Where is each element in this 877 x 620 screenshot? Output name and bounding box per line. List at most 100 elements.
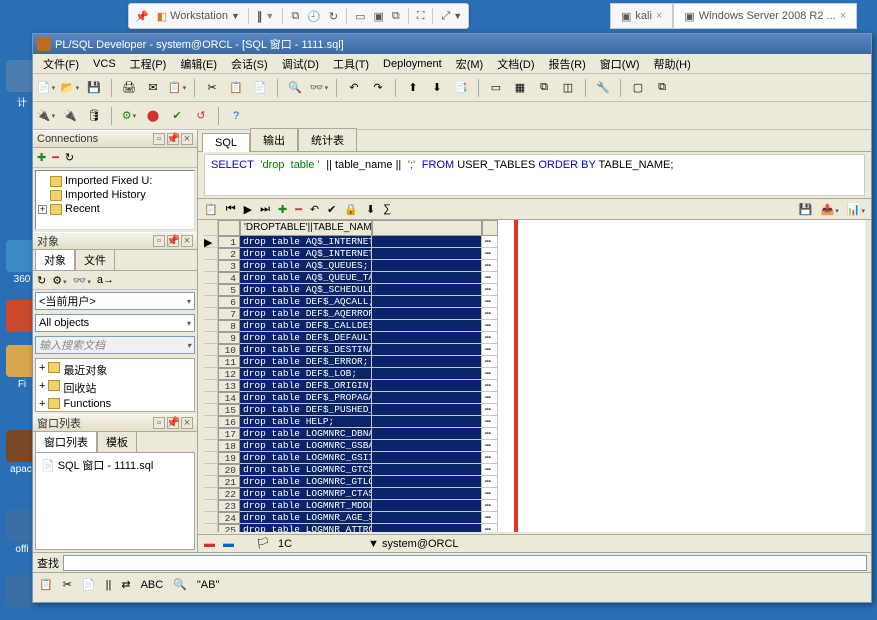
menu-edit[interactable]: 编辑(E)	[174, 54, 223, 74]
cut-button[interactable]: ✂	[203, 79, 221, 97]
table-row[interactable]: 22drop table LOGMNRP_CTAS_PART_MAP;⋯	[204, 488, 865, 500]
vm-expand-icon[interactable]: ⤢ ▼	[441, 10, 462, 23]
table-row[interactable]: 12drop table DEF$_LOB;⋯	[204, 368, 865, 380]
disconnect-button[interactable]: 🔌	[61, 107, 79, 125]
table-row[interactable]: 3drop table AQ$_QUEUES;⋯	[204, 260, 865, 272]
menu-doc[interactable]: 文档(D)	[491, 54, 540, 74]
table-row[interactable]: 11drop table DEF$_ERROR;⋯	[204, 356, 865, 368]
tools-button[interactable]: 🔧	[594, 79, 612, 97]
vm-restore-icon[interactable]: ↻	[329, 10, 338, 23]
menu-report[interactable]: 报告(R)	[543, 54, 592, 74]
obj-a-icon[interactable]: a→	[97, 274, 114, 286]
object-tree[interactable]: +最近对象 +回收站 +Functions	[35, 358, 195, 412]
table-row[interactable]: 9drop table DEF$_DEFAULTDEST;⋯	[204, 332, 865, 344]
find-button[interactable]: 🔍	[286, 79, 304, 97]
table-row[interactable]: 4drop table AQ$_QUEUE_TABLES;⋯	[204, 272, 865, 284]
menu-help[interactable]: 帮助(H)	[648, 54, 697, 74]
find2-button[interactable]: 👓	[310, 79, 328, 97]
open-button[interactable]: 📂	[61, 79, 79, 97]
res-del-icon[interactable]: ━	[295, 203, 302, 216]
exec-button[interactable]: ⚙	[120, 107, 138, 125]
res-last-icon[interactable]: ⏭	[260, 203, 270, 216]
res-fetch-icon[interactable]: ⬇	[366, 203, 375, 216]
connect-button[interactable]: 🔌	[37, 107, 55, 125]
res-next-icon[interactable]: ▶	[244, 203, 252, 216]
rollback-button[interactable]: ↺	[192, 107, 210, 125]
menu-deployment[interactable]: Deployment	[377, 56, 448, 72]
res-save-icon[interactable]: 💾	[799, 203, 813, 216]
panel-close-icon[interactable]: ×	[181, 133, 193, 145]
window-list-item[interactable]: 📄SQL 窗口 - 1111.sql	[39, 456, 191, 474]
undo-button[interactable]: ↶	[345, 79, 363, 97]
menu-debug[interactable]: 调试(D)	[276, 54, 325, 74]
stop-button[interactable]: ⬤	[144, 107, 162, 125]
menu-session[interactable]: 会话(S)	[225, 54, 274, 74]
table-row[interactable]: 6drop table DEF$_AQCALL;⋯	[204, 296, 865, 308]
result-grid[interactable]: 'DROPTABLE'||TABLE_NAME||';' ▶1drop tabl…	[204, 220, 865, 532]
vm-fullscreen-icon[interactable]: ⛶	[417, 10, 425, 23]
sql-editor[interactable]: SELECT 'drop table ' || table_name || ';…	[204, 154, 865, 196]
table-row[interactable]: 21drop table LOGMNRC_GTLO;⋯	[204, 476, 865, 488]
vm-clock-icon[interactable]: 🕘	[307, 10, 321, 23]
menu-file[interactable]: 文件(F)	[37, 54, 85, 74]
res-copy-icon[interactable]: 📋	[204, 203, 218, 216]
commit-button[interactable]: ✔	[168, 107, 186, 125]
table-row[interactable]: 23drop table LOGMNRT_MDDL$;⋯	[204, 500, 865, 512]
table-row[interactable]: 17drop table LOGMNRC_DBNAME_UID_MAP;⋯	[204, 428, 865, 440]
panel-dock-icon[interactable]: ▫	[153, 133, 165, 145]
vm-screen1-icon[interactable]: ▭	[355, 10, 365, 23]
vm-snapshot-icon[interactable]: ⧉	[291, 10, 299, 23]
win-button[interactable]: ▭	[487, 79, 505, 97]
help-button[interactable]: ?	[227, 107, 245, 125]
redo-button[interactable]: ↷	[369, 79, 387, 97]
menu-project[interactable]: 工程(P)	[124, 54, 173, 74]
vm-tab-winserver[interactable]: ▣Windows Server 2008 R2 ...×	[673, 3, 857, 29]
cascade-button[interactable]: ⧉	[535, 79, 553, 97]
copy-button[interactable]: 📋	[227, 79, 245, 97]
res-lock-icon[interactable]: 🔒	[344, 203, 358, 216]
connections-tree[interactable]: Imported Fixed U: Imported History +Rece…	[35, 170, 195, 230]
table-row[interactable]: 5drop table AQ$_SCHEDULES;⋯	[204, 284, 865, 296]
table-row[interactable]: 16drop table HELP;⋯	[204, 416, 865, 428]
res-undo-icon[interactable]: ↶	[310, 203, 319, 216]
tab-output[interactable]: 输出	[250, 128, 298, 151]
tab-template[interactable]: 模板	[97, 431, 137, 452]
table-row[interactable]: 20drop table LOGMNRC_GTCS;⋯	[204, 464, 865, 476]
res-commit-icon[interactable]: ✔	[327, 203, 336, 216]
conn-del-icon[interactable]: ━	[52, 151, 59, 164]
vm-pin-icon[interactable]: 📌	[135, 10, 149, 23]
table-row[interactable]: 15drop table DEF$_PUSHED_TRANSACTIONS;⋯	[204, 404, 865, 416]
res-export-icon[interactable]: 📤	[821, 203, 839, 216]
obj-find-icon[interactable]: 👓	[73, 274, 91, 287]
table-row[interactable]: 8drop table DEF$_CALLDEST;⋯	[204, 320, 865, 332]
tab-objects[interactable]: 对象	[35, 249, 75, 270]
table-row[interactable]: 14drop table DEF$_PROPAGATOR;⋯	[204, 392, 865, 404]
vm-pause-button[interactable]: ∥ ▼	[257, 10, 274, 23]
vm-screen2-icon[interactable]: ▣	[374, 10, 384, 23]
nav-fwd-button[interactable]: ⬇	[428, 79, 446, 97]
vm-workstation-dropdown[interactable]: ◧ Workstation ▼	[157, 10, 240, 23]
table-row[interactable]: 18drop table LOGMNRC_GSBA;⋯	[204, 440, 865, 452]
tab-stats[interactable]: 统计表	[298, 128, 357, 151]
split-button[interactable]: ◫	[559, 79, 577, 97]
search-input[interactable]: 输入搜索文档	[35, 336, 195, 354]
tab-sql[interactable]: SQL	[202, 133, 250, 152]
vm-tab-kali[interactable]: ▣kali×	[610, 3, 673, 29]
res-chart-icon[interactable]: 📊	[847, 203, 865, 216]
menu-window[interactable]: 窗口(W)	[594, 54, 646, 74]
obj-filter-icon[interactable]: ⚙	[52, 274, 66, 287]
vm-screen3-icon[interactable]: ⧉	[392, 10, 400, 23]
table-row[interactable]: 19drop table LOGMNRC_GSII;⋯	[204, 452, 865, 464]
paste-button[interactable]: 📄	[251, 79, 269, 97]
table-row[interactable]: 10drop table DEF$_DESTINATION;⋯	[204, 344, 865, 356]
save-button[interactable]: 💾	[85, 79, 103, 97]
bookmark-button[interactable]: 📑	[452, 79, 470, 97]
doc-button[interactable]: 📋	[168, 79, 186, 97]
menu-vcs[interactable]: VCS	[87, 56, 122, 72]
res-calc-icon[interactable]: ∑	[383, 203, 391, 215]
table-row[interactable]: 13drop table DEF$_ORIGIN;⋯	[204, 380, 865, 392]
panel-pin-icon[interactable]: 📌	[167, 133, 179, 145]
print-button[interactable]: 🖨	[120, 79, 138, 97]
table-row[interactable]: 25drop table LOGMNR_ATTRCOL$;⋯	[204, 524, 865, 532]
max-button[interactable]: ▢	[629, 79, 647, 97]
